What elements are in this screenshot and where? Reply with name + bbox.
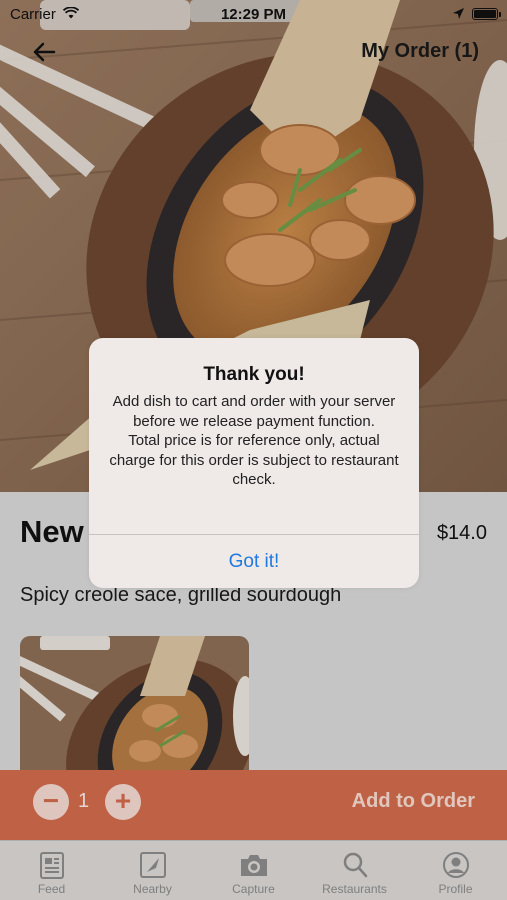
alert-message-line-2: Total price is for reference only, actua… [109, 432, 399, 488]
alert-message-line-1: Add dish to cart and order with your ser… [112, 393, 396, 430]
alert-title: Thank you! [203, 364, 305, 385]
alert-message: Add dish to cart and order with your ser… [109, 392, 399, 490]
got-it-button[interactable]: Got it! [89, 535, 419, 588]
thank-you-alert: Thank you! Add dish to cart and order wi… [89, 338, 419, 588]
